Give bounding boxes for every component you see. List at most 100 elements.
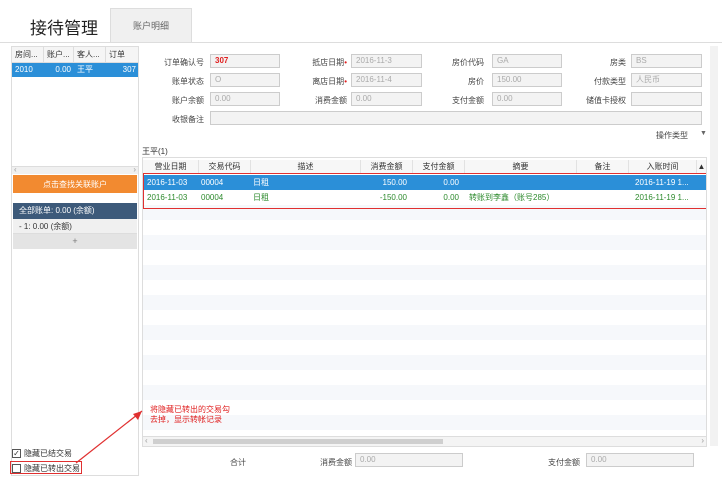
grid-header: 营业日期 交易代码 描述 消费金额 支付金额 摘要 备注 入账时间 ▲ — [143, 160, 706, 174]
column-header-post-time[interactable]: 入账时间 — [629, 160, 697, 174]
arrival-date-field[interactable]: 2016-11-3 — [351, 54, 422, 68]
total-label: 合计 — [230, 458, 246, 467]
footer-paid-label: 支付金额 — [548, 458, 580, 467]
column-header-account[interactable]: 账户... — [44, 47, 74, 62]
sort-icon[interactable]: ▲ — [697, 160, 706, 174]
empty-row — [143, 265, 706, 280]
scroll-right-icon[interactable]: › — [701, 436, 704, 445]
card-auth-label: 储值卡授权 — [586, 96, 626, 105]
cell-description: 日租 — [253, 178, 269, 187]
empty-row — [143, 370, 706, 385]
order-id-label: 订单确认号 — [164, 58, 204, 67]
table-row[interactable]: 2016-11-03 00004 日租 -150.00 0.00 转账到李鑫（账… — [143, 190, 706, 205]
room-guest: 王平 — [77, 65, 93, 74]
cell-paid: 0.00 — [443, 193, 459, 202]
cell-consume: 150.00 — [382, 178, 407, 187]
order-id-field[interactable]: 307 — [210, 54, 280, 68]
balance-label: 账户余额 — [172, 96, 204, 105]
room-list-row[interactable]: 2010 0.00 王平 307 — [12, 63, 138, 77]
empty-row — [143, 220, 706, 235]
column-header-order[interactable]: 订单 — [106, 47, 138, 62]
page-scrollbar[interactable] — [710, 46, 718, 446]
balance-field[interactable]: 0.00 — [210, 92, 280, 106]
transaction-grid: 营业日期 交易代码 描述 消费金额 支付金额 摘要 备注 入账时间 ▲ 2016… — [142, 157, 707, 447]
room-number: 2010 — [15, 65, 33, 74]
paid-amount-field[interactable]: 0.00 — [492, 92, 562, 106]
empty-row — [143, 385, 706, 400]
room-type-field[interactable]: BS — [631, 54, 702, 68]
column-header-consume[interactable]: 消费金额 — [361, 160, 413, 174]
consume-amount-field[interactable]: 0.00 — [351, 92, 422, 106]
add-account-button[interactable]: + — [13, 234, 137, 249]
payment-type-field[interactable]: 人民币 — [631, 73, 702, 87]
tab-account-details[interactable]: 账户明细 — [110, 8, 192, 42]
summary-header: 全部账单: 0.00 (余额) — [13, 203, 137, 219]
cell-paid: 0.00 — [443, 178, 459, 187]
empty-row — [143, 325, 706, 340]
footer-paid-field[interactable]: 0.00 — [586, 453, 694, 467]
cell-code: 00004 — [201, 193, 224, 202]
consume-amount-label: 消费金额 — [315, 96, 347, 105]
cell-post-time: 2016-11-19 1... — [635, 193, 689, 202]
scrollbar-thumb[interactable] — [153, 439, 443, 444]
departure-date-label: 离店日期• — [312, 77, 347, 86]
empty-row — [143, 205, 706, 220]
column-header-paid[interactable]: 支付金额 — [413, 160, 465, 174]
room-code-field[interactable]: GA — [492, 54, 562, 68]
empty-row — [143, 295, 706, 310]
column-header-code[interactable]: 交易代码 — [199, 160, 251, 174]
room-code-label: 房价代码 — [452, 58, 484, 67]
scroll-left-icon[interactable]: ‹ — [14, 165, 17, 174]
column-header-guest[interactable]: 客人... — [74, 47, 106, 62]
chevron-down-icon[interactable]: ▼ — [700, 130, 707, 137]
summary-row[interactable]: - 1: 0.00 (余额) — [13, 219, 137, 234]
cell-summary: 转账到李鑫（账号285） — [469, 193, 555, 202]
room-list-scrollbar[interactable]: ‹ › — [12, 165, 138, 174]
cell-post-time: 2016-11-19 1... — [635, 178, 689, 187]
page-title: 接待管理 — [30, 19, 98, 38]
room-order: 307 — [122, 65, 136, 74]
empty-row — [143, 355, 706, 370]
paid-amount-label: 支付金额 — [452, 96, 484, 105]
cell-date: 2016-11-03 — [147, 193, 188, 202]
empty-row — [143, 250, 706, 265]
grid-caption: 王平(1) — [142, 147, 168, 156]
cashier-remark-field[interactable] — [210, 111, 702, 125]
price-label: 房价 — [468, 77, 484, 86]
price-field[interactable]: 150.00 — [492, 73, 562, 87]
account-status-field[interactable]: O — [210, 73, 280, 87]
grid-horizontal-scrollbar[interactable]: ‹ › — [143, 436, 706, 446]
room-amount: 0.00 — [55, 65, 71, 74]
arrival-date-label: 抵店日期• — [312, 58, 347, 67]
column-header-date[interactable]: 营业日期 — [143, 160, 199, 174]
operation-type-dropdown[interactable]: 操作类型 — [656, 130, 688, 141]
empty-row — [143, 280, 706, 295]
footer-consume-label: 消费金额 — [320, 458, 352, 467]
room-type-label: 房类 — [610, 58, 626, 67]
payment-type-label: 付款类型 — [594, 77, 626, 86]
checkmark-icon: ✓ — [12, 449, 21, 458]
empty-row — [143, 340, 706, 355]
column-header-description[interactable]: 描述 — [251, 160, 361, 174]
column-header-summary[interactable]: 摘要 — [465, 160, 577, 174]
departure-date-field[interactable]: 2016-11-4 — [351, 73, 422, 87]
header-divider — [0, 42, 722, 43]
room-list-header: 房间... 账户... 客人... 订单 — [12, 47, 138, 63]
footer-consume-field[interactable]: 0.00 — [355, 453, 463, 467]
empty-row — [143, 310, 706, 325]
column-header-remark[interactable]: 备注 — [577, 160, 629, 174]
annotation-arrow-icon — [75, 410, 143, 464]
cell-consume: -150.00 — [379, 193, 407, 202]
cell-date: 2016-11-03 — [147, 178, 188, 187]
empty-row — [143, 235, 706, 250]
account-status-label: 账单状态 — [172, 77, 204, 86]
annotation-note: 将隐藏已转出的交易勾去掉，显示转帐记录 — [150, 405, 230, 424]
scroll-right-icon[interactable]: › — [133, 165, 136, 174]
column-header-room[interactable]: 房间... — [12, 47, 44, 62]
cashier-remark-label: 收银备注 — [172, 115, 204, 124]
find-linked-account-button[interactable]: 点击查找关联账户 — [13, 175, 137, 193]
cell-description: 日租 — [253, 193, 269, 202]
table-row[interactable]: 2016-11-03 00004 日租 150.00 0.00 2016-11-… — [143, 175, 706, 190]
card-auth-field[interactable] — [631, 92, 702, 106]
cell-code: 00004 — [201, 178, 224, 187]
